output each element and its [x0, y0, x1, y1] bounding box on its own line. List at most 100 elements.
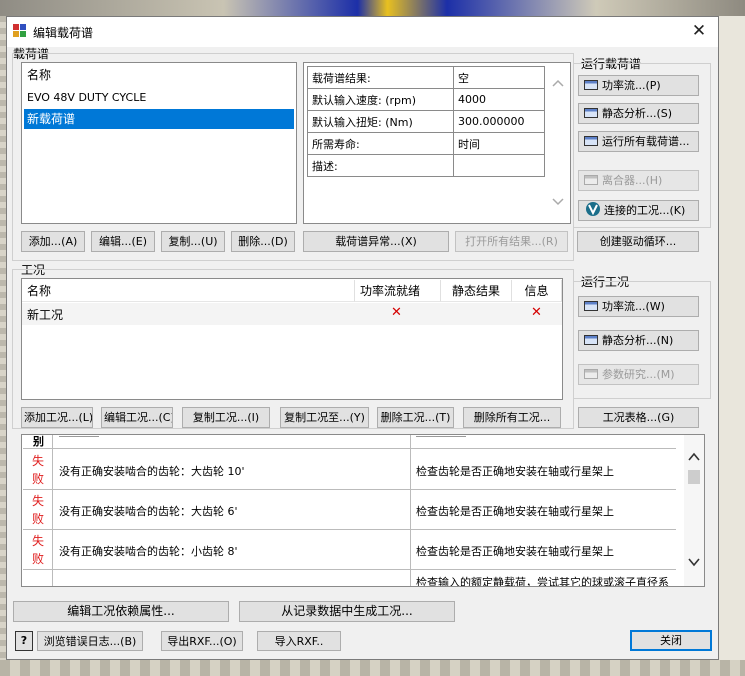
clutch-icon — [584, 175, 598, 185]
duty-cycle-properties-panel: 载荷谱结果: 空 默认输入速度: (rpm) 4000 默认输入扭矩: (Nm)… — [303, 62, 571, 224]
failure-status: 失败 — [31, 494, 44, 526]
generate-from-log-button[interactable]: 从记录数据中生成工况... — [239, 601, 455, 622]
message-text: 没有正确安装啮合的齿轮：大齿轮 10' — [59, 465, 245, 478]
load-case-table-button[interactable]: 工况表格...(G) — [578, 407, 699, 428]
run-load-case-power-flow-button[interactable]: 功率流...(W) — [578, 296, 699, 317]
solution-text: 检查齿轮是否正确地安装在轴或行星架上 — [416, 505, 614, 518]
messages-scrollbar[interactable] — [684, 435, 704, 586]
message-header-fragment — [59, 435, 99, 437]
run-duty-cycle-static-analysis-button[interactable]: 静态分析...(S) — [578, 103, 699, 124]
background-bottom-strip — [0, 660, 745, 676]
export-rxf-button[interactable]: 导出RXF...(O) — [161, 631, 243, 651]
duty-cycle-properties-table: 载荷谱结果: 空 默认输入速度: (rpm) 4000 默认输入扭矩: (Nm)… — [307, 66, 545, 177]
connected-load-cases-button[interactable]: 连接的工况...(K) — [578, 200, 699, 221]
message-row[interactable]: 失败 没有正确安装啮合的齿轮：小齿轮 8' 检查齿轮是否正确地安装在轴或行星架上 — [23, 530, 676, 570]
message-row[interactable]: 失败 没有正确安装啮合的齿轮：大齿轮 6' 检查齿轮是否正确地安装在轴或行星架上 — [23, 490, 676, 530]
run-duty-cycle-static-analysis-label: 静态分析...(S) — [602, 107, 673, 120]
property-name: 载荷谱结果: — [307, 66, 454, 89]
parametric-study-label: 参数研究...(M) — [602, 368, 675, 381]
run-duty-cycle-power-flow-label: 功率流...(P) — [602, 79, 661, 92]
clutch-button[interactable]: 离合器...(H) — [578, 170, 699, 191]
property-value[interactable]: 时间 — [453, 132, 545, 155]
run-all-duty-cycles-label: 运行所有载荷谱... — [602, 135, 690, 148]
parametric-study-icon — [584, 369, 598, 379]
column-header-info[interactable]: 信息 — [512, 280, 562, 302]
power-flow-not-ready-icon: ✕ — [391, 305, 402, 320]
window-title: 编辑载荷谱 — [33, 26, 94, 40]
solution-header-fragment — [416, 435, 466, 437]
message-text: 没有正确安装啮合的齿轮：大齿轮 6' — [59, 505, 238, 518]
duty-cycle-list-header: 名称 — [27, 68, 52, 82]
static-analysis-icon — [584, 108, 598, 118]
browse-error-log-button[interactable]: 浏览错误日志...(B) — [37, 631, 143, 651]
column-header-power-flow-ready[interactable]: 功率流就绪 — [355, 280, 441, 302]
load-case-name: 新工况 — [27, 308, 64, 322]
property-row: 载荷谱结果: 空 — [307, 66, 545, 89]
message-list[interactable]: 别 失败 没有正确安装啮合的齿轮：大齿轮 10' 检查齿轮是否正确地安装在轴或行… — [21, 434, 705, 587]
delete-all-load-cases-button[interactable]: 删除所有工况... — [463, 407, 561, 428]
column-header-static-results[interactable]: 静态结果 — [441, 280, 512, 302]
message-text: 没有正确安装啮合的齿轮：小齿轮 8' — [59, 545, 238, 558]
app-icon — [13, 24, 27, 38]
property-name: 所需寿命: — [307, 132, 454, 155]
edit-dependent-properties-button[interactable]: 编辑工况依赖属性... — [13, 601, 229, 622]
properties-scroll-arrows — [552, 79, 564, 206]
edit-load-case-button[interactable]: 编辑工况...(C) — [101, 407, 173, 428]
duty-cycle-anomaly-button[interactable]: 载荷谱异常...(X) — [303, 231, 449, 252]
edit-duty-cycle-button[interactable]: 编辑...(E) — [91, 231, 155, 252]
open-all-results-button[interactable]: 打开所有结果...(R) — [455, 231, 568, 252]
create-drive-cycle-button[interactable]: 创建驱动循环... — [577, 231, 699, 252]
close-icon[interactable]: ✕ — [687, 20, 711, 42]
close-button[interactable]: 关闭 — [630, 630, 712, 651]
run-all-duty-cycles-button[interactable]: 运行所有载荷谱... — [578, 131, 699, 152]
solution-text: 检查输入的额定静载荷，尝试其它的球或滚子直径系 — [416, 576, 669, 587]
solution-text: 检查齿轮是否正确地安装在轴或行星架上 — [416, 545, 614, 558]
add-load-case-button[interactable]: 添加工况...(L) — [21, 407, 93, 428]
load-case-table[interactable]: 名称 功率流就绪 静态结果 信息 新工况 ✕ ✕ — [21, 278, 563, 400]
property-row: 默认输入扭矩: (Nm) 300.000000 — [307, 110, 545, 133]
power-flow-icon — [584, 301, 598, 311]
run-all-icon — [584, 136, 598, 146]
duty-cycle-item[interactable]: EVO 48V DUTY CYCLE — [24, 88, 294, 108]
info-error-icon: ✕ — [531, 305, 542, 320]
property-name: 默认输入速度: (rpm) — [307, 88, 454, 111]
table-row[interactable]: 新工况 ✕ ✕ — [22, 303, 562, 325]
run-load-case-static-analysis-button[interactable]: 静态分析...(N) — [578, 330, 699, 351]
message-row[interactable]: 检查输入的额定静载荷，尝试其它的球或滚子直径系 — [23, 570, 676, 587]
static-analysis-icon — [584, 335, 598, 345]
run-load-case-power-flow-label: 功率流...(W) — [602, 300, 665, 313]
run-duty-cycle-power-flow-button[interactable]: 功率流...(P) — [578, 75, 699, 96]
solution-text: 检查齿轮是否正确地安装在轴或行星架上 — [416, 465, 614, 478]
import-rxf-button[interactable]: 导入RXF.. — [257, 631, 341, 651]
messages-scroll-arrows — [688, 452, 700, 567]
property-value[interactable]: 300.000000 — [453, 110, 545, 133]
property-value[interactable]: 空 — [453, 66, 545, 89]
property-row: 描述: — [307, 154, 545, 177]
add-duty-cycle-button[interactable]: 添加...(A) — [21, 231, 85, 252]
property-value[interactable] — [453, 154, 545, 177]
delete-duty-cycle-button[interactable]: 删除...(D) — [231, 231, 295, 252]
column-header-name[interactable]: 名称 — [22, 280, 355, 302]
property-row: 默认输入速度: (rpm) 4000 — [307, 88, 545, 111]
duty-cycle-list[interactable]: 名称 EVO 48V DUTY CYCLE 新载荷谱 — [21, 62, 297, 224]
copy-duty-cycle-button[interactable]: 复制...(U) — [161, 231, 225, 252]
copy-load-case-to-button[interactable]: 复制工况至...(Y) — [280, 407, 369, 428]
background-model-view — [0, 0, 745, 16]
property-value[interactable]: 4000 — [453, 88, 545, 111]
duty-cycle-item-selected[interactable]: 新载荷谱 — [24, 109, 294, 129]
message-row[interactable]: 失败 没有正确安装啮合的齿轮：大齿轮 10' 检查齿轮是否正确地安装在轴或行星架… — [23, 450, 676, 490]
properties-scrollbar[interactable] — [547, 64, 569, 222]
message-header-row: 别 — [23, 435, 676, 449]
connected-load-cases-label: 连接的工况...(K) — [604, 204, 686, 217]
delete-load-case-button[interactable]: 删除工况...(T) — [377, 407, 454, 428]
run-load-case-static-analysis-label: 静态分析...(N) — [602, 334, 674, 347]
edit-duty-cycle-dialog: 编辑载荷谱 ✕ 载荷谱 名称 EVO 48V DUTY CYCLE 新载荷谱 载… — [6, 16, 719, 660]
connected-load-cases-icon — [586, 202, 600, 216]
property-name: 描述: — [307, 154, 454, 177]
help-icon[interactable]: ? — [15, 631, 33, 651]
property-name: 默认输入扭矩: (Nm) — [307, 110, 454, 133]
parametric-study-button[interactable]: 参数研究...(M) — [578, 364, 699, 385]
failure-status: 失败 — [31, 534, 44, 566]
copy-load-case-button[interactable]: 复制工况...(I) — [182, 407, 270, 428]
message-column-header: 别 — [33, 435, 44, 448]
